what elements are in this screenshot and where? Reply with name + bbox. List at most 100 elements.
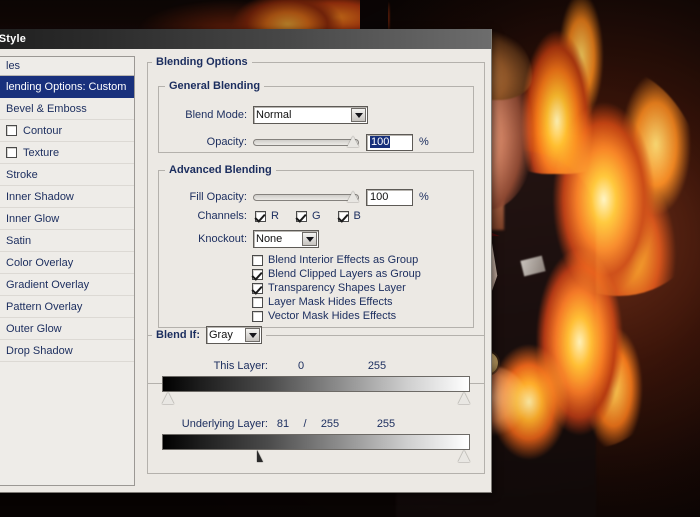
sidebar-item-stroke[interactable]: Stroke <box>0 164 134 186</box>
general-blending-group: General Blending Blend Mode: Normal Opac… <box>158 80 474 153</box>
opacity-input[interactable]: 100 <box>366 134 413 151</box>
channel-b-label: B <box>354 210 361 222</box>
channel-r-checkbox[interactable] <box>255 211 266 222</box>
sidebar-item-label: Texture <box>23 147 59 159</box>
this-layer-handles <box>162 392 470 405</box>
underlying-layer-block: Underlying Layer: 81 / 255 255 <box>162 418 470 463</box>
sidebar-item-color-overlay[interactable]: Color Overlay <box>0 252 134 274</box>
underlying-layer-low-handle[interactable] <box>257 450 263 462</box>
blend-if-channel-select[interactable]: Gray <box>206 326 262 344</box>
texture-checkbox[interactable] <box>6 147 17 158</box>
blend-mode-value: Normal <box>256 109 291 121</box>
opacity-value: 100 <box>370 136 390 148</box>
blend-clipped-layers-as-group-label: Blend Clipped Layers as Group <box>268 268 421 280</box>
transparency-shapes-layer-checkbox[interactable] <box>252 283 263 294</box>
underlying-layer-slider[interactable] <box>162 434 470 463</box>
contour-checkbox[interactable] <box>6 125 17 136</box>
opacity-label: Opacity: <box>169 136 247 148</box>
sidebar-item-blending-options[interactable]: lending Options: Custom <box>0 76 134 98</box>
sidebar-item-label: Stroke <box>6 169 38 181</box>
vector-mask-hides-effects-row[interactable]: Vector Mask Hides Effects <box>252 310 421 322</box>
blend-if-group: Blend If: Gray This Layer: 0 255 <box>147 326 485 474</box>
sidebar-item-drop-shadow[interactable]: Drop Shadow <box>0 340 134 362</box>
underlying-layer-values-row: Underlying Layer: 81 / 255 255 <box>162 418 470 430</box>
sidebar-item-contour[interactable]: Contour <box>0 120 134 142</box>
chevron-down-icon[interactable] <box>351 108 366 122</box>
channel-b-checkbox[interactable] <box>338 211 349 222</box>
sidebar-item-label: Inner Shadow <box>6 191 74 203</box>
sidebar-item-label: Contour <box>23 125 62 137</box>
channel-g-checkbox[interactable] <box>296 211 307 222</box>
sidebar-item-inner-shadow[interactable]: Inner Shadow <box>0 186 134 208</box>
layer-mask-hides-effects-row[interactable]: Layer Mask Hides Effects <box>252 296 421 308</box>
knockout-label: Knockout: <box>169 233 247 245</box>
fill-opacity-input[interactable]: 100 <box>366 189 413 206</box>
channel-g[interactable]: G <box>296 210 321 222</box>
sidebar-item-pattern-overlay[interactable]: Pattern Overlay <box>0 296 134 318</box>
transparency-shapes-layer-row[interactable]: Transparency Shapes Layer <box>252 282 421 294</box>
blend-interior-effects-as-group-checkbox[interactable] <box>252 255 263 266</box>
underlying-layer-low-max-value: 255 <box>312 418 348 430</box>
underlying-layer-handles <box>162 450 470 463</box>
sidebar-item-label: Outer Glow <box>6 323 62 335</box>
sidebar-item-label: Color Overlay <box>6 257 73 269</box>
channels-label: Channels: <box>169 210 247 222</box>
advanced-checkbox-list: Blend Interior Effects as Group Blend Cl… <box>252 254 421 324</box>
fill-opacity-slider[interactable] <box>253 188 359 206</box>
sidebar-item-satin[interactable]: Satin <box>0 230 134 252</box>
sidebar-item-label: Inner Glow <box>6 213 59 225</box>
underlying-layer-separator: / <box>298 418 312 430</box>
opacity-unit: % <box>419 136 429 148</box>
blend-clipped-layers-as-group-checkbox[interactable] <box>252 269 263 280</box>
sidebar-item-outer-glow[interactable]: Outer Glow <box>0 318 134 340</box>
blend-clipped-layers-as-group-row[interactable]: Blend Clipped Layers as Group <box>252 268 421 280</box>
general-blending-title: General Blending <box>165 80 264 92</box>
opacity-row: Opacity: 100 % <box>169 133 489 151</box>
sidebar-item-label: les <box>6 60 20 72</box>
blending-options-title: Blending Options <box>152 56 252 68</box>
sidebar-item-styles[interactable]: les <box>0 57 134 76</box>
this-layer-low-value: 0 <box>268 360 334 372</box>
underlying-layer-gradient-bar <box>162 434 470 450</box>
chevron-down-icon[interactable] <box>302 232 317 246</box>
knockout-select[interactable]: None <box>253 230 319 248</box>
advanced-blending-title: Advanced Blending <box>165 164 276 176</box>
blend-mode-select[interactable]: Normal <box>253 106 368 124</box>
fill-opacity-label: Fill Opacity: <box>169 191 247 203</box>
advanced-blending-group: Advanced Blending Fill Opacity: 100 % <box>158 164 474 328</box>
layer-mask-hides-effects-label: Layer Mask Hides Effects <box>268 296 393 308</box>
channel-r[interactable]: R <box>255 210 279 222</box>
this-layer-gradient-bar <box>162 376 470 392</box>
channel-g-label: G <box>312 210 321 222</box>
this-layer-low-handle[interactable] <box>162 392 174 404</box>
vector-mask-hides-effects-checkbox[interactable] <box>252 311 263 322</box>
vector-mask-hides-effects-label: Vector Mask Hides Effects <box>268 310 396 322</box>
underlying-layer-high-handle[interactable] <box>458 450 470 462</box>
sidebar-item-label: Bevel & Emboss <box>6 103 87 115</box>
layer-mask-hides-effects-checkbox[interactable] <box>252 297 263 308</box>
this-layer-values-row: This Layer: 0 255 <box>162 360 470 372</box>
blend-interior-effects-as-group-row[interactable]: Blend Interior Effects as Group <box>252 254 421 266</box>
dialog-titlebar[interactable]: r Style <box>0 29 491 49</box>
fill-opacity-slider-handle[interactable] <box>347 191 359 202</box>
opacity-slider-handle[interactable] <box>347 136 359 147</box>
fill-opacity-value: 100 <box>370 191 388 203</box>
chevron-down-icon[interactable] <box>245 328 260 342</box>
sidebar-item-bevel-and-emboss[interactable]: Bevel & Emboss <box>0 98 134 120</box>
opacity-slider[interactable] <box>253 133 359 151</box>
transparency-shapes-layer-label: Transparency Shapes Layer <box>268 282 406 294</box>
knockout-row: Knockout: None <box>169 230 489 248</box>
sidebar-item-label: Drop Shadow <box>6 345 73 357</box>
this-layer-slider[interactable] <box>162 376 470 405</box>
underlying-layer-high-value: 255 <box>348 418 424 430</box>
sidebar-item-label: lending Options: Custom <box>6 81 126 93</box>
blend-mode-label: Blend Mode: <box>169 109 247 121</box>
blend-if-label: Blend If: <box>156 329 200 341</box>
channel-b[interactable]: B <box>338 210 361 222</box>
blend-interior-effects-as-group-label: Blend Interior Effects as Group <box>268 254 418 266</box>
blend-if-channel-value: Gray <box>209 329 233 341</box>
sidebar-item-texture[interactable]: Texture <box>0 142 134 164</box>
sidebar-item-inner-glow[interactable]: Inner Glow <box>0 208 134 230</box>
sidebar-item-gradient-overlay[interactable]: Gradient Overlay <box>0 274 134 296</box>
this-layer-high-handle[interactable] <box>458 392 470 404</box>
